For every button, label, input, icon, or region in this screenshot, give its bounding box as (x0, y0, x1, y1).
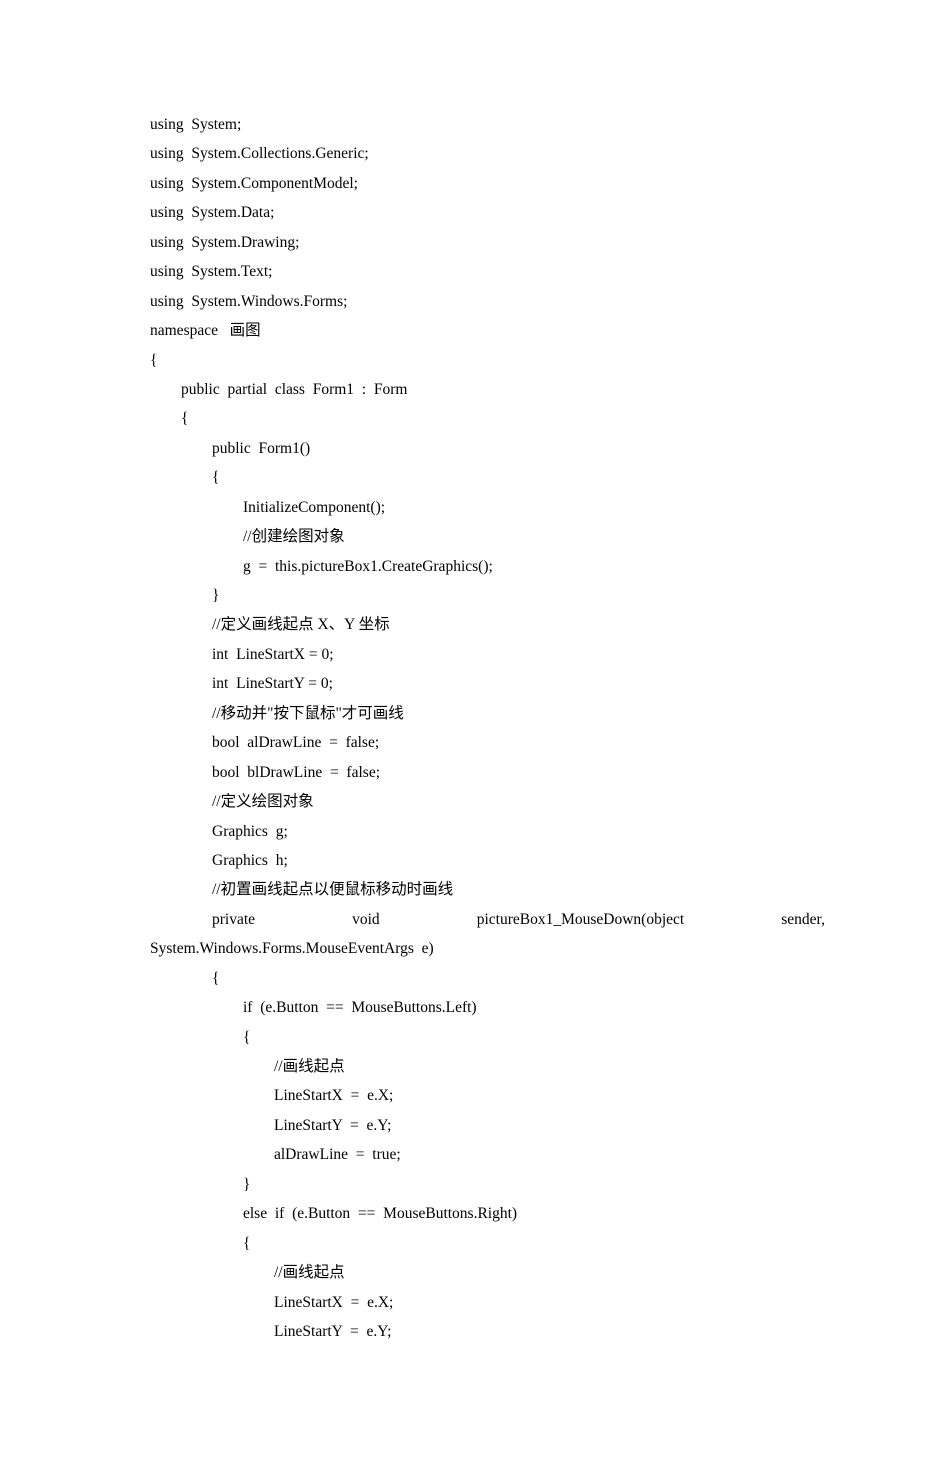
code-line: bool alDrawLine = false; (150, 728, 825, 757)
code-line-justified: private void pictureBox1_MouseDown(objec… (150, 905, 825, 934)
code-line: //定义绘图对象 (150, 787, 825, 816)
code-line: using System; (150, 110, 825, 139)
code-line: { (150, 1229, 825, 1258)
code-line: alDrawLine = true; (150, 1140, 825, 1169)
code-line: using System.Collections.Generic; (150, 139, 825, 168)
code-line: { (150, 404, 825, 433)
code-line: if (e.Button == MouseButtons.Left) (150, 993, 825, 1022)
code-line: int LineStartY = 0; (150, 669, 825, 698)
code-line: System.Windows.Forms.MouseEventArgs e) (150, 934, 825, 963)
code-line: //画线起点 (150, 1258, 825, 1287)
code-token: sender, (781, 905, 825, 934)
code-line: public Form1() (150, 434, 825, 463)
code-line: { (150, 463, 825, 492)
code-line: public partial class Form1 : Form (150, 375, 825, 404)
code-line: //初置画线起点以便鼠标移动时画线 (150, 875, 825, 904)
code-line: { (150, 964, 825, 993)
code-token: private (150, 905, 255, 934)
code-line: LineStartX = e.X; (150, 1288, 825, 1317)
code-line: LineStartY = e.Y; (150, 1317, 825, 1346)
code-line: using System.Text; (150, 257, 825, 286)
code-line: //画线起点 (150, 1052, 825, 1081)
code-line: //创建绘图对象 (150, 522, 825, 551)
code-line: using System.Drawing; (150, 228, 825, 257)
document-page: using System; using System.Collections.G… (0, 0, 945, 1466)
code-line: //移动并"按下鼠标"才可画线 (150, 699, 825, 728)
code-token: void (352, 905, 380, 934)
code-line: Graphics g; (150, 817, 825, 846)
code-line: LineStartY = e.Y; (150, 1111, 825, 1140)
code-line: bool blDrawLine = false; (150, 758, 825, 787)
code-line: int LineStartX = 0; (150, 640, 825, 669)
code-line: g = this.pictureBox1.CreateGraphics(); (150, 552, 825, 581)
code-token: pictureBox1_MouseDown(object (477, 905, 685, 934)
code-line: InitializeComponent(); (150, 493, 825, 522)
code-line: { (150, 1023, 825, 1052)
code-line: //定义画线起点 X、Y 坐标 (150, 610, 825, 639)
code-line: } (150, 1170, 825, 1199)
code-line: LineStartX = e.X; (150, 1081, 825, 1110)
code-line: namespace 画图 (150, 316, 825, 345)
code-line: using System.Data; (150, 198, 825, 227)
code-line: using System.ComponentModel; (150, 169, 825, 198)
code-line: Graphics h; (150, 846, 825, 875)
code-line: using System.Windows.Forms; (150, 287, 825, 316)
code-line: { (150, 346, 825, 375)
code-line: } (150, 581, 825, 610)
code-line: else if (e.Button == MouseButtons.Right) (150, 1199, 825, 1228)
